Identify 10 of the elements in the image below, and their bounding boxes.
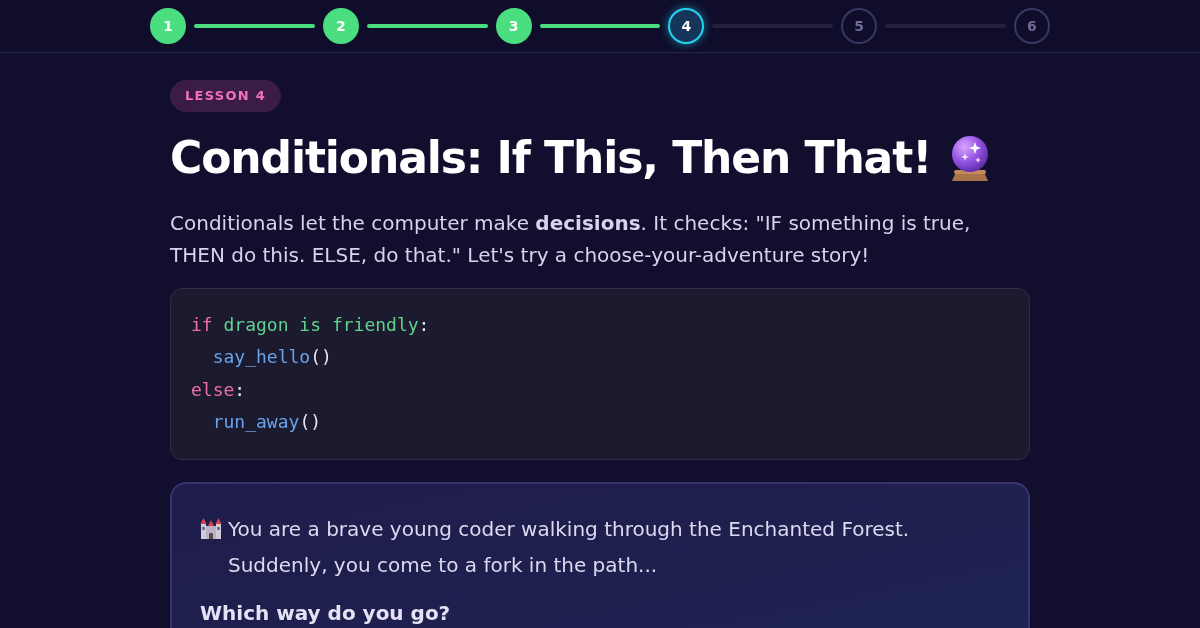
story-text: You are a brave young coder walking through the Enchanted Forest. Suddenly, you come to a fork in the path... [228,515,911,579]
story-question: Which way do you go? [200,599,451,627]
lesson-badge: LESSON 4 [170,80,282,112]
code-line: run_away() [212,410,322,435]
code-line: else: [191,377,246,402]
code-line: if dragon is friendly: [191,313,430,337]
lesson-title: Conditionals: If This, Then That! [170,131,932,184]
code-line: say_hello() [212,345,332,370]
castle-icon [200,516,222,539]
lesson-intro: Conditionals let the computer make decisions. It checks: "IF something is true, THEN do this. ELSE, do that." Let's try a choose-your-adventure story! [170,210,972,269]
